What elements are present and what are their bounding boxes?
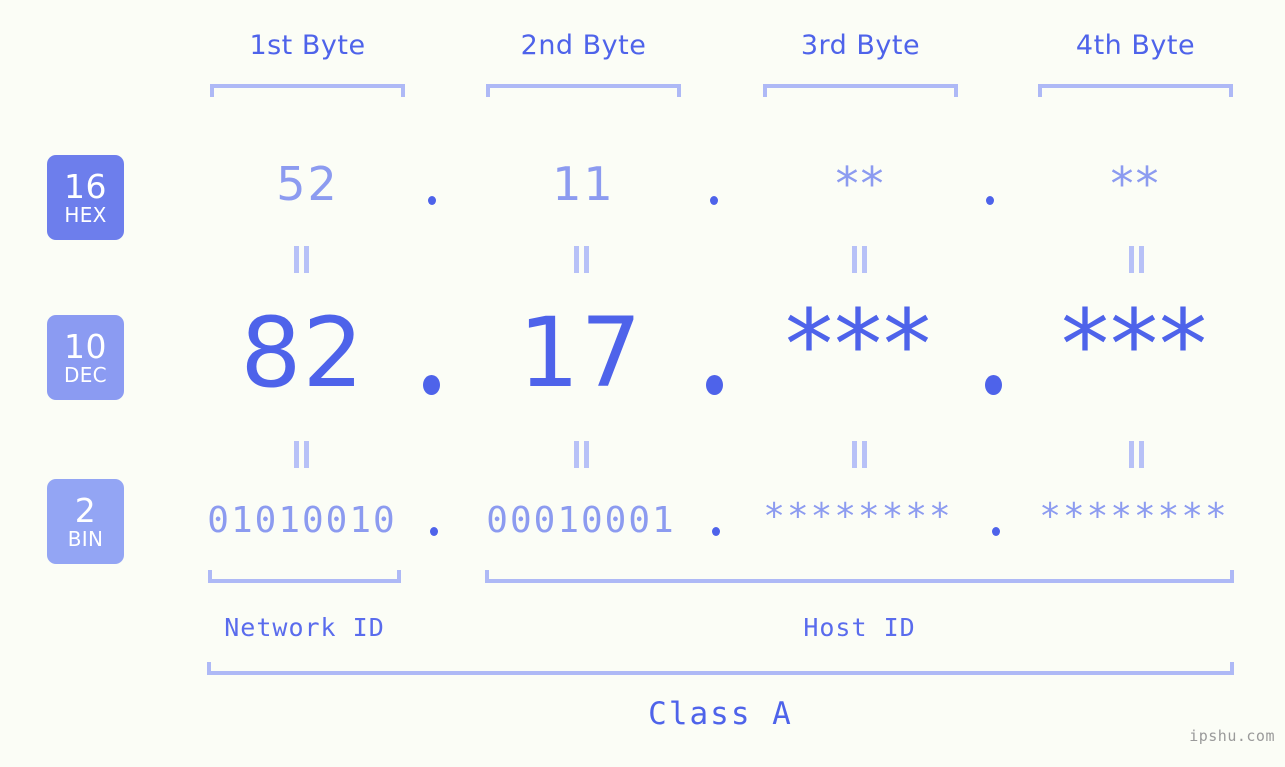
site-watermark: ipshu.com: [1189, 727, 1275, 745]
hex-separator-dot-1: [428, 196, 436, 205]
equals-mark-hex-dec-4: [1128, 246, 1145, 273]
network-id-bracket: [208, 570, 401, 583]
byte-header-label-1: 1st Byte: [249, 30, 366, 61]
hex-byte-value-4: **: [1110, 157, 1161, 211]
base-badge-dec-name: DEC: [64, 363, 107, 387]
dec-separator-dot-2: [706, 375, 723, 395]
dec-byte-value-2: 17: [518, 297, 643, 409]
network-id-label: Network ID: [224, 613, 385, 642]
base-badge-bin-name: BIN: [67, 527, 104, 551]
equals-mark-hex-dec-3: [851, 246, 868, 273]
byte-bracket-top-2: [486, 84, 681, 97]
hex-byte-value-3: **: [835, 157, 886, 211]
base-badge-bin-number: 2: [74, 491, 97, 530]
ip-address-breakdown-diagram: 1st Byte 2nd Byte 3rd Byte 4th Byte 16 H…: [0, 0, 1285, 767]
byte-header-label-4: 4th Byte: [1075, 30, 1196, 61]
hex-byte-value-1: 52: [276, 157, 339, 211]
bin-byte-value-4: ********: [1039, 496, 1229, 537]
bin-byte-value-2: 00010001: [486, 500, 676, 541]
byte-bracket-top-1: [210, 84, 405, 97]
host-id-label: Host ID: [803, 613, 916, 642]
base-badge-dec-number: 10: [64, 327, 107, 366]
class-label: Class A: [648, 696, 793, 732]
equals-mark-dec-bin-1: [293, 441, 310, 468]
host-id-bracket: [485, 570, 1234, 583]
bin-separator-dot-1: [430, 527, 438, 536]
bin-byte-value-3: ********: [763, 496, 953, 537]
equals-mark-hex-dec-2: [573, 246, 590, 273]
equals-mark-dec-bin-3: [851, 441, 868, 468]
bin-separator-dot-3: [992, 527, 1000, 536]
hex-separator-dot-2: [710, 196, 718, 205]
byte-bracket-top-4: [1038, 84, 1233, 97]
bin-byte-value-1: 01010010: [207, 500, 397, 541]
base-badge-dec: 10 DEC: [47, 315, 124, 400]
class-bracket: [207, 662, 1234, 675]
base-badge-hex: 16 HEX: [47, 155, 124, 240]
dec-byte-value-4: ***: [1061, 289, 1208, 401]
dec-separator-dot-3: [985, 375, 1002, 395]
equals-mark-dec-bin-4: [1128, 441, 1145, 468]
dec-separator-dot-1: [423, 375, 440, 395]
bin-separator-dot-2: [712, 527, 720, 536]
base-badge-hex-name: HEX: [64, 203, 107, 227]
base-badge-hex-number: 16: [64, 167, 107, 206]
base-badge-bin: 2 BIN: [47, 479, 124, 564]
byte-header-label-2: 2nd Byte: [520, 30, 647, 61]
equals-mark-hex-dec-1: [293, 246, 310, 273]
byte-bracket-top-3: [763, 84, 958, 97]
hex-byte-value-2: 11: [552, 157, 615, 211]
byte-header-label-3: 3rd Byte: [800, 30, 921, 61]
equals-mark-dec-bin-2: [573, 441, 590, 468]
dec-byte-value-3: ***: [785, 289, 932, 401]
hex-separator-dot-3: [986, 196, 994, 205]
dec-byte-value-1: 82: [240, 297, 365, 409]
